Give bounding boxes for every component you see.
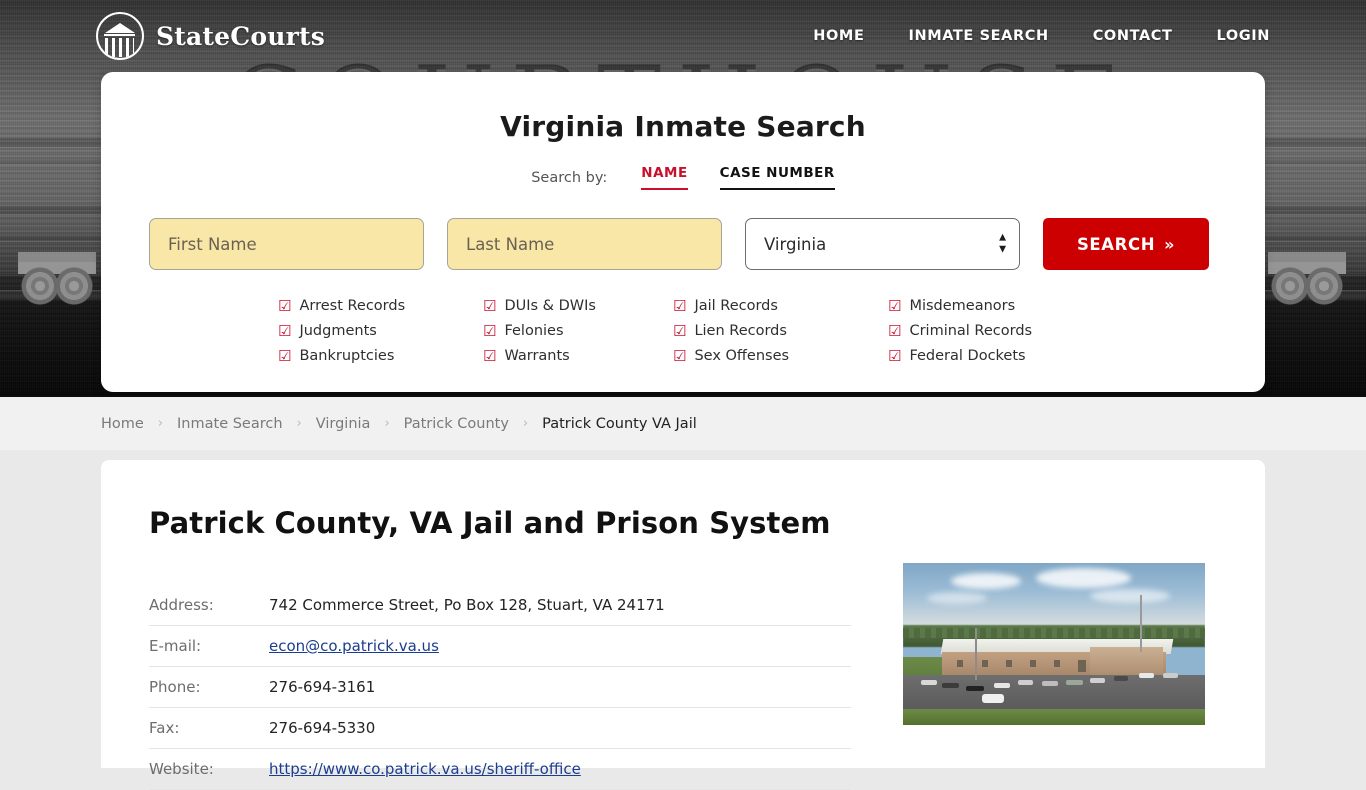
chevron-right-icon: › — [384, 416, 390, 431]
record-type-label: Misdemeanors — [909, 298, 1016, 314]
record-type-label: Felonies — [504, 323, 564, 339]
record-type-label: Bankruptcies — [299, 348, 395, 364]
double-chevron-right-icon: » — [1164, 234, 1176, 254]
record-type-item: ☑ Arrest Records — [278, 298, 483, 314]
breadcrumb: Home › Inmate Search › Virginia › Patric… — [0, 397, 1366, 450]
detail-key: Website: — [149, 760, 214, 778]
search-by-tabs: Search by: NAME CASE NUMBER — [149, 165, 1217, 190]
breadcrumb-item-inmate-search[interactable]: Inmate Search — [177, 416, 283, 432]
record-type-label: Lien Records — [694, 323, 787, 339]
record-type-item: ☑ Felonies — [483, 323, 673, 339]
checkbox-checked-icon: ☑ — [888, 321, 902, 340]
record-type-item: ☑ Federal Dockets — [888, 348, 1088, 364]
search-form-row: Virginia ▲▼ SEARCH » — [149, 218, 1217, 270]
facility-details-table: Address: 742 Commerce Street, Po Box 128… — [149, 585, 851, 790]
record-type-item: ☑ Lien Records — [673, 323, 888, 339]
courthouse-circle-icon — [96, 12, 144, 60]
record-type-item: ☑ DUIs & DWIs — [483, 298, 673, 314]
record-type-label: DUIs & DWIs — [504, 298, 596, 314]
record-type-label: Warrants — [504, 348, 570, 364]
record-type-label: Judgments — [299, 323, 377, 339]
page-title: Patrick County, VA Jail and Prison Syste… — [149, 506, 831, 540]
detail-value-phone: 276-694-3161 — [269, 678, 376, 696]
detail-value-fax: 276-694-5330 — [269, 719, 376, 737]
first-name-input[interactable] — [149, 218, 424, 270]
website-link[interactable]: https://www.co.patrick.va.us/sheriff-off… — [269, 760, 581, 778]
record-type-label: Criminal Records — [909, 323, 1033, 339]
table-row: Website: https://www.co.patrick.va.us/sh… — [149, 749, 851, 790]
table-row: Fax: 276-694-5330 — [149, 708, 851, 749]
checkbox-checked-icon: ☑ — [888, 346, 902, 365]
nav-item-inmate-search[interactable]: INMATE SEARCH — [908, 28, 1048, 44]
record-type-item: ☑ Bankruptcies — [278, 348, 483, 364]
record-type-item: ☑ Jail Records — [673, 298, 888, 314]
search-button-label: SEARCH — [1076, 234, 1156, 254]
ionic-column-capital-icon — [1268, 252, 1346, 314]
chevron-right-icon: › — [296, 416, 302, 431]
inmate-search-card: Virginia Inmate Search Search by: NAME C… — [101, 72, 1265, 392]
brand-name-label: StateCourts — [156, 21, 325, 51]
checkbox-checked-icon: ☑ — [483, 346, 497, 365]
ionic-column-capital-icon — [18, 252, 96, 314]
email-link[interactable]: econ@co.patrick.va.us — [269, 637, 439, 655]
record-type-label: Jail Records — [694, 298, 778, 314]
record-type-item: ☑ Sex Offenses — [673, 348, 888, 364]
site-header-hero: COURTHOUSE StateCourts HOME INMATE SEARC… — [0, 0, 1366, 397]
checkbox-checked-icon: ☑ — [888, 296, 902, 315]
checkbox-checked-icon: ☑ — [483, 296, 497, 315]
breadcrumb-item-patrick-county[interactable]: Patrick County — [404, 416, 509, 432]
detail-key: Fax: — [149, 719, 180, 737]
state-select[interactable]: Virginia — [745, 218, 1020, 270]
checkbox-checked-icon: ☑ — [673, 346, 687, 365]
record-type-label: Arrest Records — [299, 298, 406, 314]
table-row: E-mail: econ@co.patrick.va.us — [149, 626, 851, 667]
state-select-wrap: Virginia ▲ ▼ — [745, 218, 1020, 270]
checkbox-checked-icon: ☑ — [673, 321, 687, 340]
record-type-item: ☑ Warrants — [483, 348, 673, 364]
top-navigation-bar: StateCourts HOME INMATE SEARCH CONTACT L… — [0, 0, 1366, 72]
checkbox-checked-icon: ☑ — [278, 346, 292, 365]
record-type-item: ☑ Judgments — [278, 323, 483, 339]
table-row: Phone: 276-694-3161 — [149, 667, 851, 708]
nav-item-login[interactable]: LOGIN — [1217, 28, 1270, 44]
record-type-label: Sex Offenses — [694, 348, 790, 364]
search-button[interactable]: SEARCH » — [1043, 218, 1209, 270]
tab-search-by-name[interactable]: NAME — [641, 165, 688, 190]
checkbox-checked-icon: ☑ — [278, 296, 292, 315]
breadcrumb-item-virginia[interactable]: Virginia — [316, 416, 371, 432]
facility-body-row: Address: 742 Commerce Street, Po Box 128… — [149, 563, 1217, 790]
main-nav: HOME INMATE SEARCH CONTACT LOGIN — [813, 28, 1270, 44]
search-by-label: Search by: — [531, 169, 608, 186]
detail-value-address: 742 Commerce Street, Po Box 128, Stuart,… — [269, 596, 665, 614]
last-name-input[interactable] — [447, 218, 722, 270]
jail-facility-photo — [903, 563, 1205, 725]
nav-item-home[interactable]: HOME — [813, 28, 864, 44]
breadcrumb-item-current: Patrick County VA Jail — [542, 415, 697, 432]
detail-key: E-mail: — [149, 637, 202, 655]
search-card-title: Virginia Inmate Search — [500, 110, 866, 143]
chevron-right-icon: › — [522, 416, 529, 431]
chevron-right-icon: › — [157, 416, 164, 431]
nav-item-contact[interactable]: CONTACT — [1093, 28, 1173, 44]
record-type-item: ☑ Misdemeanors — [888, 298, 1088, 314]
record-type-label: Federal Dockets — [909, 348, 1026, 364]
record-type-item: ☑ Criminal Records — [888, 323, 1088, 339]
checkbox-checked-icon: ☑ — [278, 321, 292, 340]
brand-logo[interactable]: StateCourts — [96, 12, 325, 60]
detail-value-website: https://www.co.patrick.va.us/sheriff-off… — [269, 749, 851, 790]
facility-content-card: Patrick County, VA Jail and Prison Syste… — [101, 460, 1265, 790]
tab-search-by-case-number[interactable]: CASE NUMBER — [719, 165, 835, 190]
table-row: Address: 742 Commerce Street, Po Box 128… — [149, 585, 851, 626]
checkbox-checked-icon: ☑ — [483, 321, 497, 340]
detail-key: Phone: — [149, 678, 201, 696]
record-types-list: ☑ Arrest Records ☑ DUIs & DWIs ☑ Jail Recor… — [149, 298, 1217, 364]
detail-key: Address: — [149, 596, 214, 614]
detail-value-email: econ@co.patrick.va.us — [269, 626, 851, 667]
checkbox-checked-icon: ☑ — [673, 296, 687, 315]
breadcrumb-item-home[interactable]: Home — [101, 416, 144, 432]
